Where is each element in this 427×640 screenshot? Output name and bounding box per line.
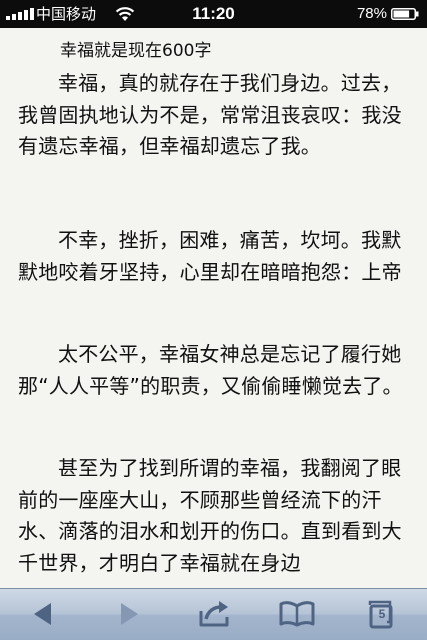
back-arrow-icon[interactable] xyxy=(24,597,64,631)
article-paragraph: 不幸，挫折，困难，痛苦，坎坷。我默默地咬着牙坚持，心里却在暗暗抱怨：上帝 xyxy=(18,228,402,284)
article-paragraph: 甚至为了找到所谓的幸福，我翻阅了眼前的一座座大山，不顾那些曾经流下的汗水、滴落的… xyxy=(18,456,402,575)
tab-count: 5 xyxy=(378,607,386,621)
article-paragraph: 太不公平，幸福女神总是忘记了履行她那“人人平等”的职责，又偷偷睡懒觉去了。 xyxy=(18,342,403,398)
battery-icon xyxy=(391,8,419,20)
article-paragraph: 幸福，真的就存在于我们身边。过去，我曾固执地认为不是，常常沮丧哀叹：我没有遗忘幸… xyxy=(18,71,402,158)
article-page[interactable]: 幸福就是现在600字 幸福，真的就存在于我们身边。过去，我曾固执地认为不是，常常… xyxy=(0,28,427,588)
tabs-button[interactable]: 5 xyxy=(360,597,400,631)
article-title: 幸福就是现在600字 xyxy=(60,41,212,61)
battery-percent: 78% xyxy=(356,5,387,22)
share-icon[interactable] xyxy=(194,597,234,631)
forward-arrow-icon[interactable] xyxy=(108,597,148,631)
browser-toolbar: 5 xyxy=(0,588,427,640)
bookmarks-icon[interactable] xyxy=(277,597,317,631)
status-bar: 中国移动 11:20 78% xyxy=(0,0,427,28)
